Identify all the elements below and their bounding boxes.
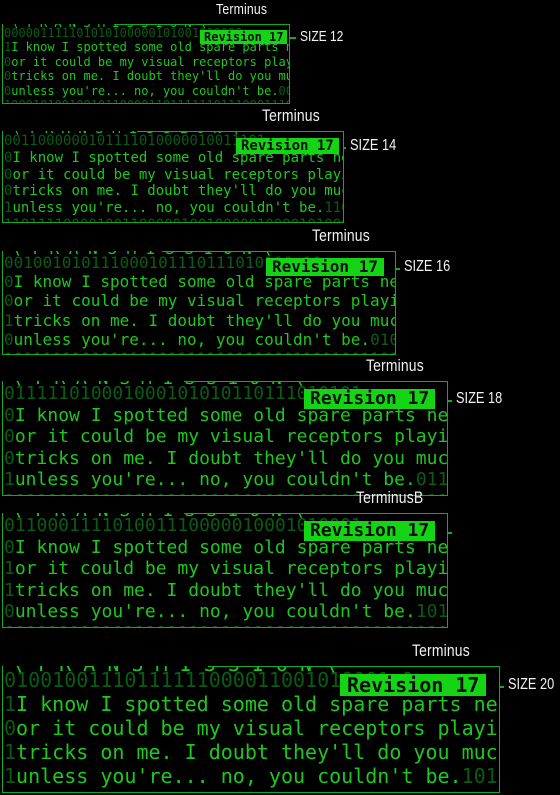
font-name-label: Terminus	[312, 226, 370, 245]
message-text: unless you're... no, you couldn't be.	[16, 764, 462, 788]
message-text: or it could be my visual receptors playi…	[16, 716, 500, 740]
message-text: unless you're... no, you couldn't be.	[12, 200, 325, 217]
panel-corner-riser	[447, 381, 448, 400]
callout-leader-line	[447, 400, 452, 402]
message-line: 0or it could be my visual receptors play…	[3, 167, 343, 184]
message-text: or it could be my visual receptors playi…	[13, 291, 396, 311]
message-line: 1unless you're... no, you couldn't be.11…	[4, 200, 343, 217]
message-line: 1tricks on me. I doubt they'll do you mu…	[3, 311, 395, 330]
message-text: or it could be my visual receptors playi…	[14, 558, 448, 580]
message-text: or it could be my visual receptors playi…	[14, 426, 448, 448]
message-text: unless you're... no, you couldn't be.	[14, 601, 416, 623]
message-text: tricks on me. I doubt they'll do you muc…	[13, 310, 395, 330]
message-text: tricks on me. I doubt they'll do you muc…	[16, 740, 499, 764]
panel-top-rule	[208, 666, 500, 667]
message-text: tricks on me. I doubt they'll do you muc…	[14, 579, 448, 601]
size-label: SIZE 12	[300, 28, 344, 45]
message-line: 0unless you're... no, you couldn't be.01…	[4, 329, 395, 349]
panel-corner-riser	[395, 251, 396, 268]
message-line: 0tricks on me. I doubt they'll do you mu…	[3, 448, 447, 470]
font-name-label: Terminus	[216, 1, 268, 18]
message-text: unless you're... no, you couldn't be.	[13, 329, 371, 349]
message-text: or it could be my visual receptors playi…	[12, 166, 344, 183]
font-name-label: Terminus	[262, 106, 320, 125]
panel-top-rule	[184, 513, 448, 514]
panel-corner-riser	[447, 513, 448, 532]
message-line: 1unless you're... no, you couldn't be.10…	[4, 764, 499, 788]
binary-noise-row: 1101111000010011000001001000001000010100…	[3, 217, 343, 222]
callout-leader-line	[289, 37, 296, 39]
message-text: tricks on me. I doubt they'll do you muc…	[12, 183, 343, 200]
font-size-comparison-sheet: Terminus\ T R A N S M I S S I O N \00000…	[0, 0, 560, 795]
message-line: 0unless you're... no, you couldn't be.10…	[4, 601, 448, 623]
revision-badge: Revision 17	[304, 389, 436, 409]
size-label: SIZE 20	[508, 676, 555, 693]
size-label: SIZE 18	[456, 390, 503, 407]
binary-noise-row: 0110100111011101111011110001001011100001…	[3, 623, 447, 627]
callout-leader-line	[343, 147, 346, 149]
message-line: 1tricks on me. I doubt they'll do you mu…	[3, 580, 447, 602]
message-line: 0or it could be my visual receptors play…	[3, 55, 289, 69]
panel-top-rule	[184, 381, 448, 382]
revision-badge: Revision 17	[266, 258, 384, 276]
message-line: 0or it could be my visual receptors play…	[3, 716, 499, 740]
panel-corner-riser	[499, 666, 500, 686]
callout-leader-line	[499, 686, 504, 688]
message-text: tricks on me. I doubt they'll do you muc…	[14, 447, 448, 469]
panel-corner-riser	[289, 24, 290, 37]
font-name-label: TerminusB	[356, 488, 424, 507]
message-line: 0or it could be my visual receptors play…	[3, 426, 447, 448]
panel-top-rule	[137, 131, 344, 132]
message-line: 0tricks on me. I doubt they'll do you mu…	[3, 183, 343, 200]
font-name-label: Terminus	[366, 356, 424, 375]
message-line: 0tricks on me. I doubt they'll do you mu…	[3, 69, 289, 83]
revision-badge: Revision 17	[200, 30, 288, 44]
message-text: or it could be my visual receptors playi…	[11, 54, 290, 69]
callout-leader-line	[395, 268, 400, 270]
binary-noise-row: 1111100111000110001001001110110101100010…	[3, 788, 499, 792]
panel-top-rule	[162, 251, 396, 252]
binary-noise-row: 1011101100110101011111001110001100100110…	[3, 349, 395, 354]
message-line: 1or it could be my visual receptors play…	[3, 558, 447, 580]
revision-badge: Revision 17	[236, 138, 339, 154]
font-name-label: Terminus	[412, 641, 470, 660]
revision-badge: Revision 17	[340, 674, 487, 696]
message-text: tricks on me. I doubt they'll do you muc…	[11, 69, 289, 84]
binary-noise-row: 1000101001001011000011011111101110001110…	[3, 98, 289, 103]
message-text: unless you're... no, you couldn't be.	[11, 83, 279, 98]
panel-top-rule	[114, 24, 290, 25]
message-line: 1tricks on me. I doubt they'll do you mu…	[3, 740, 499, 764]
size-label: SIZE 14	[350, 137, 397, 154]
message-line: 0or it could be my visual receptors play…	[3, 291, 395, 310]
callout-leader-line	[447, 532, 452, 534]
size-label: SIZE 16	[404, 258, 451, 275]
message-line: 0unless you're... no, you couldn't be.00…	[4, 83, 289, 98]
panel-corner-riser	[343, 131, 344, 147]
revision-badge: Revision 17	[304, 521, 436, 541]
